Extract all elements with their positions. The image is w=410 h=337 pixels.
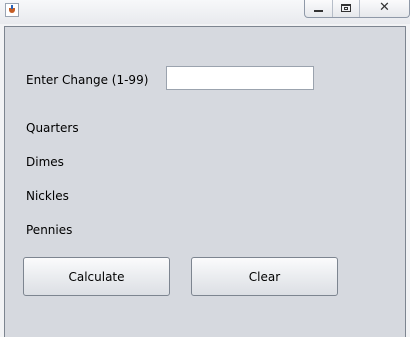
- nickles-label: Nickles: [26, 189, 69, 203]
- minimize-icon: [314, 10, 323, 12]
- window-controls: ✕: [304, 0, 410, 18]
- change-input[interactable]: [166, 66, 314, 90]
- pennies-label: Pennies: [26, 223, 73, 237]
- dimes-label: Dimes: [26, 155, 64, 169]
- java-cup-icon[interactable]: [5, 3, 19, 17]
- maximize-icon: [341, 4, 351, 12]
- maximize-button[interactable]: [332, 0, 359, 17]
- minimize-button[interactable]: [305, 0, 332, 17]
- content-panel: Enter Change (1-99) Quarters Dimes Nickl…: [4, 26, 406, 337]
- clear-button[interactable]: Clear: [191, 257, 338, 296]
- change-label: Enter Change (1-99): [26, 73, 149, 87]
- title-bar: ✕: [0, 0, 410, 24]
- close-button[interactable]: ✕: [359, 0, 409, 17]
- quarters-label: Quarters: [26, 121, 79, 135]
- calculate-button[interactable]: Calculate: [23, 257, 170, 296]
- close-icon: ✕: [379, 0, 390, 15]
